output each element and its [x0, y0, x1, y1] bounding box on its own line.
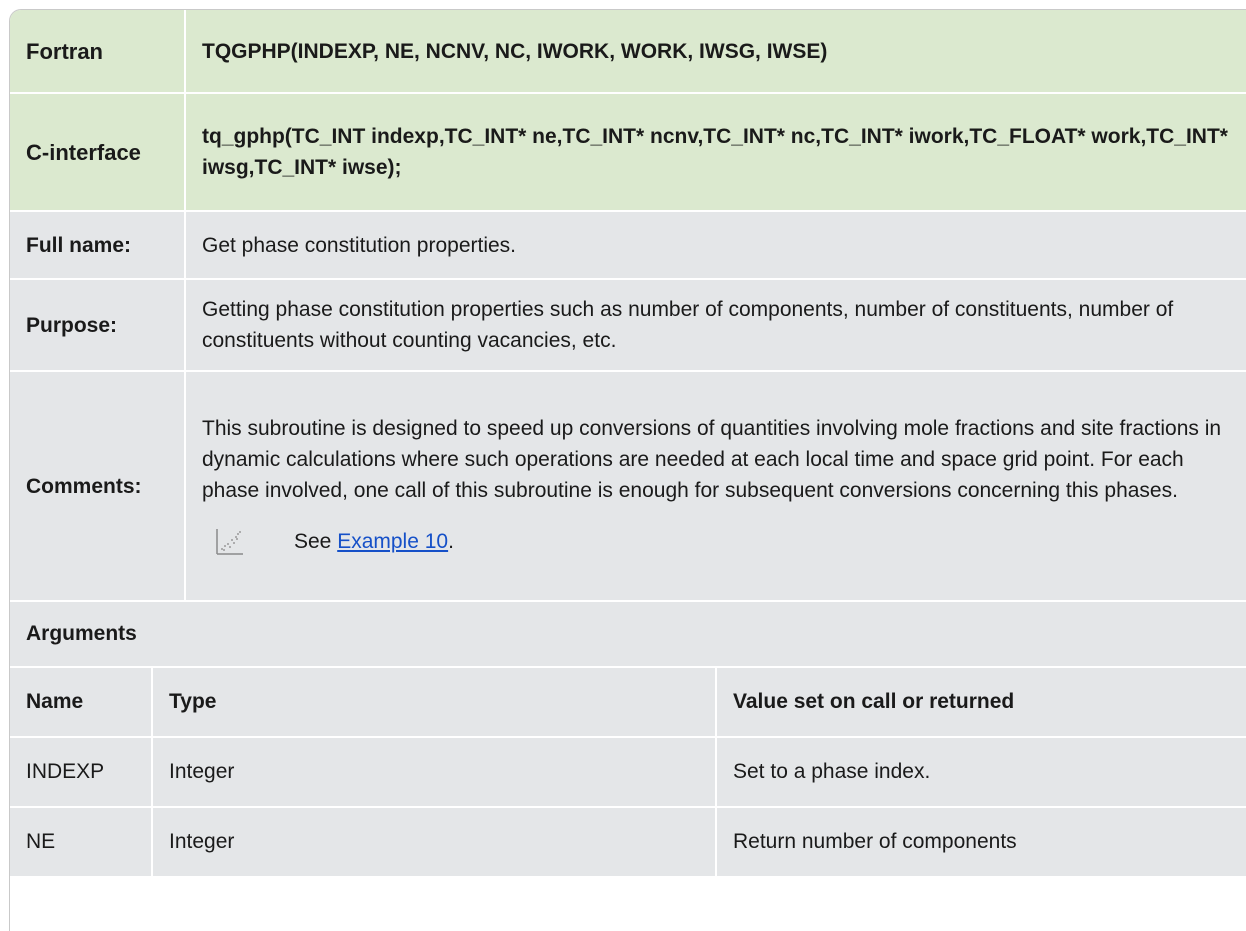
fortran-row: Fortran TQGPHP(INDEXP, NE, NCNV, NC, IWO… — [10, 10, 1246, 94]
fortran-signature: TQGPHP(INDEXP, NE, NCNV, NC, IWORK, WORK… — [185, 10, 1246, 94]
comments-text: This subroutine is designed to speed up … — [202, 417, 1222, 502]
signature-table: Fortran TQGPHP(INDEXP, NE, NCNV, NC, IWO… — [10, 10, 1246, 602]
comments-label: Comments: — [10, 371, 186, 602]
column-header-value: Value set on call or returned — [716, 668, 1246, 738]
c-interface-label: C-interface — [10, 93, 186, 212]
see-example-line: See Example 10 . — [202, 526, 1231, 557]
full-name-row: Full name: Get phase constitution proper… — [10, 211, 1246, 280]
example-10-link[interactable]: Example 10 — [337, 526, 448, 557]
c-interface-row: C-interface tq_gphp(TC_INT indexp,TC_INT… — [10, 93, 1246, 212]
arguments-table: Name Type Value set on call or returned … — [10, 668, 1246, 878]
comments-cell: This subroutine is designed to speed up … — [185, 371, 1246, 602]
full-name-label: Full name: — [10, 211, 186, 280]
arg-type: Integer — [152, 807, 717, 878]
fortran-label: Fortran — [10, 10, 186, 94]
see-suffix: . — [448, 530, 454, 553]
see-prefix: See — [294, 530, 338, 553]
arg-description: Set to a phase index. — [716, 737, 1246, 808]
example-chart-icon — [214, 527, 244, 557]
arg-description: Return number of components — [716, 807, 1246, 878]
arg-type: Integer — [152, 737, 717, 808]
table-row: INDEXP Integer Set to a phase index. — [10, 737, 1246, 808]
purpose-value: Getting phase constitution properties su… — [185, 279, 1246, 372]
comments-row: Comments: This subroutine is designed to… — [10, 371, 1246, 602]
c-interface-signature: tq_gphp(TC_INT indexp,TC_INT* ne,TC_INT*… — [185, 93, 1246, 212]
table-row: NE Integer Return number of components — [10, 807, 1246, 878]
column-header-type: Type — [152, 668, 717, 738]
api-reference-panel: Fortran TQGPHP(INDEXP, NE, NCNV, NC, IWO… — [9, 9, 1246, 931]
full-name-value: Get phase constitution properties. — [185, 211, 1246, 280]
purpose-label: Purpose: — [10, 279, 186, 372]
column-header-name: Name — [10, 668, 153, 738]
arg-name: NE — [10, 807, 153, 878]
arguments-heading: Arguments — [10, 602, 1246, 668]
arg-name: INDEXP — [10, 737, 153, 808]
arguments-header-row: Name Type Value set on call or returned — [10, 668, 1246, 738]
purpose-row: Purpose: Getting phase constitution prop… — [10, 279, 1246, 372]
